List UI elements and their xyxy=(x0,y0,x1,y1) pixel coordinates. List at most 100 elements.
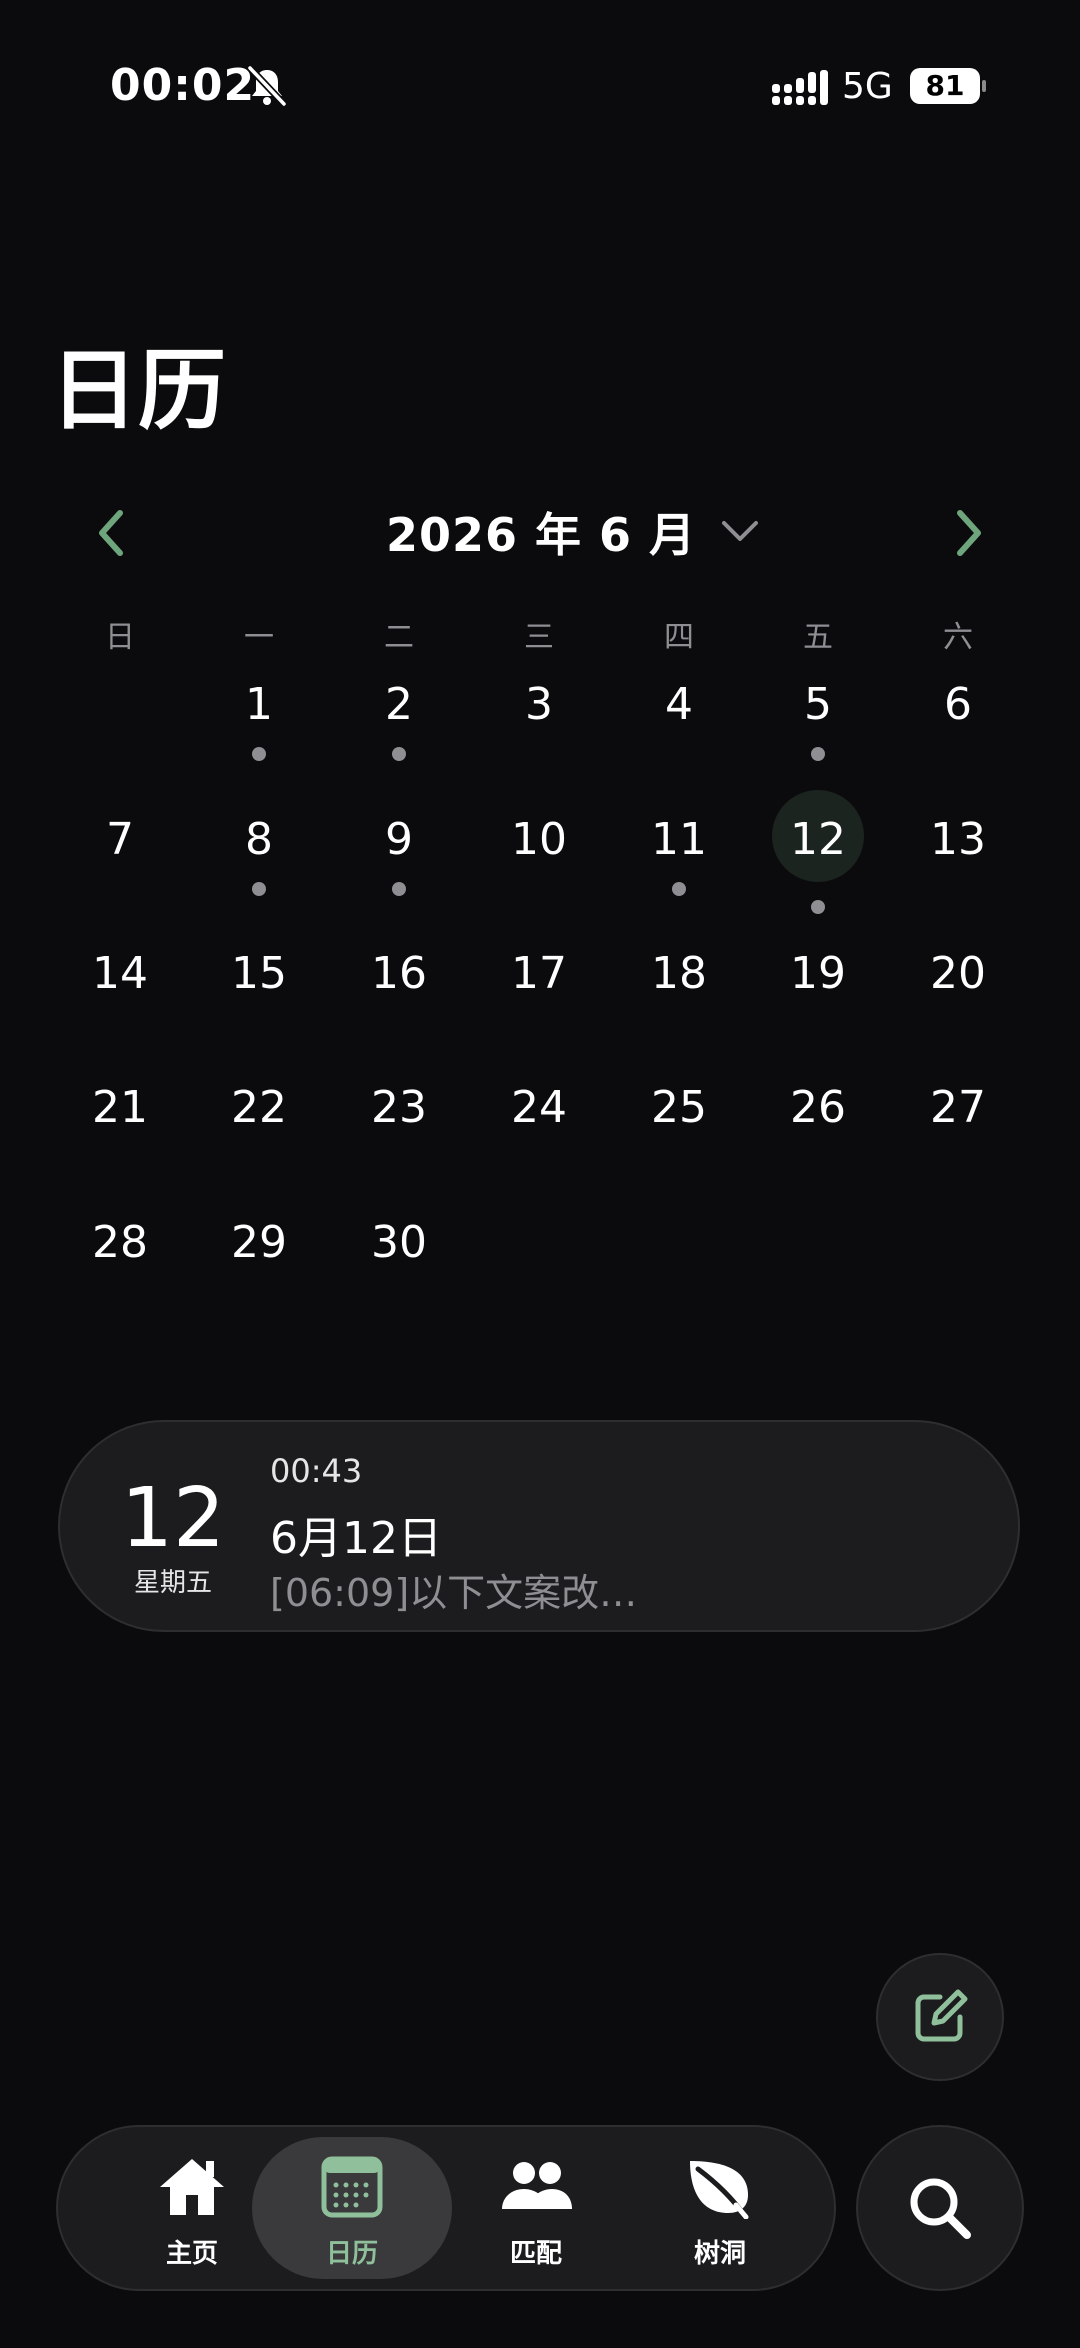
day-number: 20 xyxy=(930,948,986,999)
weekday-label: 六 xyxy=(943,620,973,655)
tab-match[interactable]: 匹配 xyxy=(436,2137,636,2279)
weekday-label: 三 xyxy=(524,620,554,655)
day-number: 4 xyxy=(665,679,693,730)
day-cell[interactable]: 11 xyxy=(629,810,729,920)
entry-dot xyxy=(672,882,686,896)
entry-day-number: 12 xyxy=(120,1471,226,1566)
tab-treehole[interactable]: 树洞 xyxy=(620,2137,820,2279)
compose-button[interactable] xyxy=(876,1953,1004,2081)
tab-bar: 主页 日历 匹配 树洞 xyxy=(56,2125,836,2291)
day-number: 9 xyxy=(385,814,413,865)
entry-dot xyxy=(811,747,825,761)
day-cell[interactable]: 20 xyxy=(908,944,1008,1054)
day-cell[interactable]: 28 xyxy=(70,1213,170,1323)
month-picker[interactable]: 2026 年 6 月 xyxy=(386,502,760,562)
day-cell[interactable]: 8 xyxy=(209,810,309,920)
day-cell[interactable]: 23 xyxy=(349,1078,449,1188)
day-number: 28 xyxy=(92,1217,148,1268)
previous-month-button[interactable] xyxy=(92,505,132,561)
search-button[interactable] xyxy=(856,2125,1024,2291)
day-cell[interactable]: 29 xyxy=(209,1213,309,1323)
day-cell[interactable]: 25 xyxy=(629,1078,729,1188)
day-cell[interactable]: 19 xyxy=(768,944,868,1054)
day-number: 13 xyxy=(930,814,986,865)
people-icon xyxy=(502,2162,572,2209)
tab-label: 日历 xyxy=(325,2239,378,2269)
day-cell[interactable]: 9 xyxy=(349,810,449,920)
day-cell[interactable]: 27 xyxy=(908,1078,1008,1188)
entry-dot xyxy=(392,882,406,896)
day-cell[interactable]: 4 xyxy=(629,675,729,785)
entry-dot xyxy=(252,747,266,761)
day-cell[interactable]: 2 xyxy=(349,675,449,785)
weekday-label: 五 xyxy=(803,620,833,655)
day-number: 16 xyxy=(371,948,427,999)
home-icon xyxy=(160,2159,224,2215)
day-number: 15 xyxy=(231,948,287,999)
day-cell[interactable]: 3 xyxy=(489,675,589,785)
signal-icon xyxy=(772,70,828,105)
day-number: 5 xyxy=(804,679,832,730)
day-cell[interactable]: 30 xyxy=(349,1213,449,1323)
day-cell[interactable]: 7 xyxy=(70,810,170,920)
bell-muted-icon xyxy=(247,65,287,107)
day-number: 27 xyxy=(930,1082,986,1133)
day-cell-selected[interactable]: 12 xyxy=(768,790,868,920)
day-number: 8 xyxy=(245,814,273,865)
day-number: 25 xyxy=(651,1082,707,1133)
page-title: 日历 xyxy=(50,339,227,442)
day-number: 22 xyxy=(231,1082,287,1133)
month-label: 2026 年 6 月 xyxy=(386,508,697,562)
battery-cap xyxy=(982,80,986,92)
day-cell[interactable]: 21 xyxy=(70,1078,170,1188)
day-number: 26 xyxy=(790,1082,846,1133)
day-number: 3 xyxy=(525,679,553,730)
weekday-header: 日一二三四五六 xyxy=(0,612,1080,655)
search-icon xyxy=(910,2178,971,2239)
weekday-label: 日 xyxy=(105,620,135,655)
day-number: 1 xyxy=(245,679,273,730)
tab-label: 树洞 xyxy=(693,2239,746,2269)
weekday-label: 四 xyxy=(664,620,694,655)
day-number: 17 xyxy=(511,948,567,999)
status-time: 00:02 xyxy=(110,60,256,111)
day-cell[interactable]: 6 xyxy=(908,675,1008,785)
day-cell[interactable]: 13 xyxy=(908,810,1008,920)
diary-entry-card[interactable]: 12 星期五 00:43 6月12日 [06:09]以下文案改… xyxy=(58,1420,1020,1632)
day-number: 29 xyxy=(231,1217,287,1268)
entry-weekday: 星期五 xyxy=(133,1568,212,1598)
day-cell[interactable]: 26 xyxy=(768,1078,868,1188)
next-month-button[interactable] xyxy=(948,505,988,561)
calendar-page: 00:02 5G 81 日历 2026 年 6 月 日一二三四五六 123456… xyxy=(0,0,1080,2348)
leaf-icon xyxy=(690,2161,749,2219)
day-number: 18 xyxy=(651,948,707,999)
day-number: 24 xyxy=(511,1082,567,1133)
tab-label: 匹配 xyxy=(509,2239,562,2269)
day-cell[interactable]: 10 xyxy=(489,810,589,920)
day-number: 21 xyxy=(92,1082,148,1133)
weekday-label: 一 xyxy=(244,620,274,655)
day-cell[interactable]: 16 xyxy=(349,944,449,1054)
calendar-icon xyxy=(321,2156,383,2218)
day-number: 2 xyxy=(385,679,413,730)
day-cell[interactable]: 18 xyxy=(629,944,729,1054)
day-cell[interactable]: 22 xyxy=(209,1078,309,1188)
entry-snippet: [06:09]以下文案改… xyxy=(270,1571,638,1615)
day-cell[interactable]: 17 xyxy=(489,944,589,1054)
chevron-down-icon xyxy=(722,521,759,541)
entry-time: 00:43 xyxy=(270,1452,363,1490)
day-number: 10 xyxy=(511,814,567,865)
day-number: 23 xyxy=(371,1082,427,1133)
tab-calendar[interactable]: 日历 xyxy=(252,2137,452,2279)
day-cell[interactable]: 14 xyxy=(70,944,170,1054)
weekday-label: 二 xyxy=(384,620,414,655)
entry-dot xyxy=(811,900,825,914)
day-cell[interactable]: 24 xyxy=(489,1078,589,1188)
day-number: 11 xyxy=(651,814,707,865)
edit-icon xyxy=(915,1989,968,2042)
day-number: 6 xyxy=(944,679,972,730)
entry-dot xyxy=(392,747,406,761)
day-cell[interactable]: 15 xyxy=(209,944,309,1054)
day-cell[interactable]: 1 xyxy=(209,675,309,785)
day-cell[interactable]: 5 xyxy=(768,675,868,785)
